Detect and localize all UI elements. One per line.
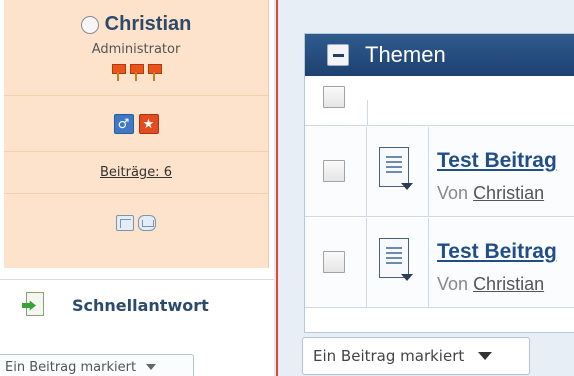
- profile-posts-row: Beiträge: 6: [4, 152, 268, 194]
- table-row: Test Beitrag Von Christian: [305, 127, 574, 217]
- topic-byline: Von Christian: [437, 274, 544, 295]
- topics-panel-header: Themen: [305, 34, 574, 76]
- row-checkbox[interactable]: [323, 160, 345, 182]
- contact-icons: [4, 215, 268, 231]
- quick-reply-button[interactable]: Schnellantwort: [0, 279, 274, 331]
- email-icon[interactable]: [116, 215, 134, 231]
- topic-author-link[interactable]: Christian: [473, 274, 544, 294]
- chevron-down-icon: [146, 364, 157, 370]
- moderation-select[interactable]: Ein Beitrag markiert: [302, 337, 530, 375]
- user-line: Christian: [4, 13, 268, 36]
- topics-panel: Themen Test Beitrag Von Christian Test B…: [304, 33, 574, 333]
- rank-flag-icon: [111, 62, 126, 82]
- collapse-button[interactable]: [327, 44, 349, 66]
- topic-document-icon: [379, 147, 413, 190]
- profile-contact-row: [4, 194, 268, 268]
- quick-reply-label: Schnellantwort: [72, 296, 209, 315]
- private-message-icon[interactable]: [138, 215, 156, 231]
- rank-flag-icon: [129, 62, 144, 82]
- rank-images: [4, 62, 268, 82]
- user-rank: Administrator: [91, 42, 181, 57]
- posts-count-link[interactable]: Beiträge: 6: [4, 165, 268, 180]
- topic-document-icon: [379, 238, 413, 281]
- moderation-select-value: Ein Beitrag markiert: [5, 359, 137, 375]
- topics-column: Themen Test Beitrag Von Christian Test B…: [278, 0, 574, 376]
- select-all-checkbox[interactable]: [323, 86, 345, 108]
- star-icon: ★: [138, 114, 159, 134]
- topic-author-link[interactable]: Christian: [473, 183, 544, 203]
- topic-byline: Von Christian: [437, 183, 544, 204]
- rank-flag-icon: [147, 62, 162, 82]
- post-author-column: Christian Administrator ♂ ★ Beiträge: 6: [0, 0, 274, 376]
- user-profile-panel: Christian Administrator ♂ ★ Beiträge: 6: [4, 0, 269, 268]
- male-icon: ♂: [113, 114, 134, 134]
- chevron-down-icon: [478, 352, 493, 360]
- panel-title: Themen: [365, 42, 446, 67]
- profile-icons: ♂ ★: [4, 114, 268, 134]
- topic-title-link[interactable]: Test Beitrag: [437, 149, 557, 173]
- username[interactable]: Christian: [105, 13, 192, 36]
- topic-title-link[interactable]: Test Beitrag: [437, 240, 557, 264]
- moderation-select-value: Ein Beitrag markiert: [313, 347, 465, 365]
- moderation-select[interactable]: Ein Beitrag markiert: [0, 354, 194, 376]
- table-row: Test Beitrag Von Christian: [305, 218, 574, 308]
- byline-prefix: Von: [437, 274, 469, 294]
- online-status-icon: [80, 15, 99, 34]
- profile-user-row: Christian Administrator: [4, 0, 268, 96]
- profile-icons-row: ♂ ★: [4, 96, 268, 152]
- quick-reply-icon: [22, 291, 46, 320]
- row-checkbox[interactable]: [323, 251, 345, 273]
- byline-prefix: Von: [437, 183, 469, 203]
- topics-table-header: [305, 76, 574, 126]
